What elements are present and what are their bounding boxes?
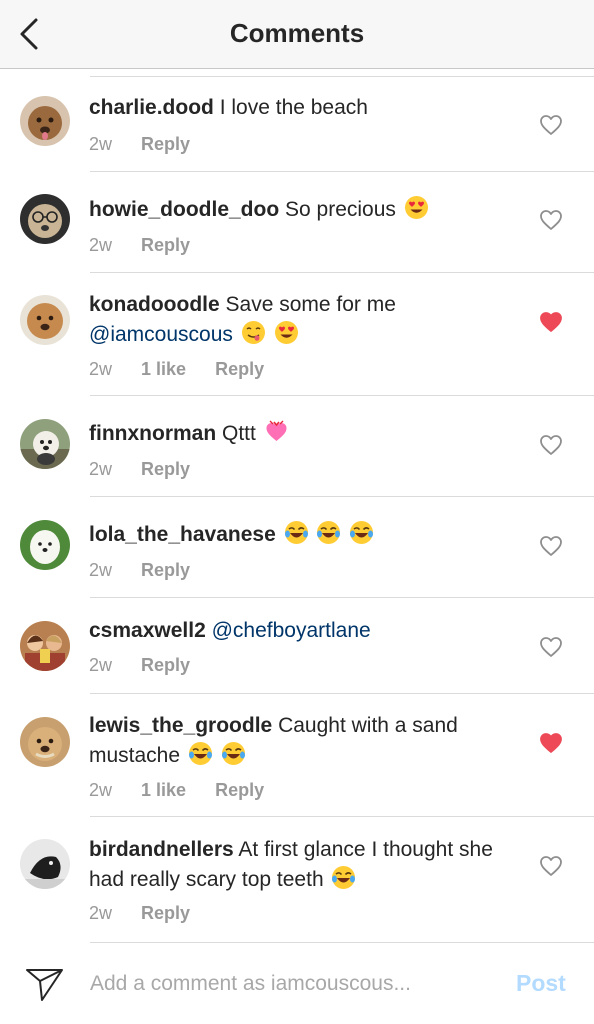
avatar[interactable] bbox=[20, 717, 70, 767]
comment-time: 2w bbox=[89, 134, 113, 154]
heart-eyes-emoji bbox=[274, 320, 299, 345]
direct-share-button[interactable] bbox=[24, 964, 66, 1004]
navigation-header: Comments bbox=[0, 0, 594, 69]
comment-item: konadooodle Save some for me @iamcouscou… bbox=[0, 273, 594, 396]
like-button[interactable] bbox=[539, 311, 563, 333]
comment-body: I love the beach bbox=[219, 96, 368, 119]
comment-item: howie_doodle_doo So precious 2w Reply bbox=[0, 172, 594, 273]
comment-body: So precious bbox=[285, 198, 396, 221]
paper-plane-icon bbox=[26, 969, 63, 1001]
reply-button[interactable]: Reply bbox=[141, 134, 190, 154]
heart-outline-icon bbox=[540, 435, 562, 455]
like-button[interactable] bbox=[539, 114, 563, 136]
avatar[interactable] bbox=[20, 621, 70, 671]
comment-text: lola_the_havanese bbox=[89, 520, 509, 550]
comment-text: birdandnellers At first glance I thought… bbox=[89, 835, 509, 895]
comment-time: 2w bbox=[89, 560, 113, 580]
heart-outline-icon bbox=[540, 536, 562, 556]
like-button[interactable] bbox=[539, 855, 563, 877]
comment-username[interactable]: howie_doodle_doo bbox=[89, 198, 279, 221]
comment-body: Qttt bbox=[222, 422, 256, 445]
heart-eyes-emoji bbox=[404, 195, 429, 220]
reply-button[interactable]: Reply bbox=[141, 655, 190, 675]
comment-text: konadooodle Save some for me @iamcouscou… bbox=[89, 290, 509, 350]
comment-item: birdandnellers At first glance I thought… bbox=[0, 817, 594, 942]
comment-meta: 2w Reply bbox=[89, 560, 190, 581]
yum-emoji bbox=[241, 320, 266, 345]
comment-text: finnxnorman Qttt bbox=[89, 419, 509, 449]
comment-time: 2w bbox=[89, 780, 113, 800]
like-button[interactable] bbox=[539, 636, 563, 658]
comment-mention[interactable]: @iamcouscous bbox=[89, 323, 233, 346]
comment-input[interactable] bbox=[90, 966, 490, 1002]
comment-meta: 2w Reply bbox=[89, 459, 190, 480]
like-button[interactable] bbox=[539, 209, 563, 231]
comment-username[interactable]: lola_the_havanese bbox=[89, 523, 276, 546]
likes-count[interactable]: 1 like bbox=[141, 359, 186, 379]
heart-outline-icon bbox=[540, 115, 562, 135]
like-button[interactable] bbox=[539, 535, 563, 557]
comment-username[interactable]: konadooodle bbox=[89, 293, 220, 316]
comment-username[interactable]: birdandnellers bbox=[89, 838, 234, 861]
comment-time: 2w bbox=[89, 655, 113, 675]
reply-button[interactable]: Reply bbox=[141, 459, 190, 479]
tears-of-joy-emoji bbox=[188, 741, 213, 766]
tears-of-joy-emoji bbox=[349, 520, 374, 545]
avatar[interactable] bbox=[20, 194, 70, 244]
comment-meta: 2w Reply bbox=[89, 903, 190, 924]
comment-meta: 2w Reply bbox=[89, 235, 190, 256]
heart-outline-icon bbox=[540, 637, 562, 657]
comment-meta: 2w 1 like Reply bbox=[89, 359, 264, 380]
comment-text: charlie.dood I love the beach bbox=[89, 93, 509, 123]
comment-item: finnxnorman Qttt 2w Reply bbox=[0, 396, 594, 497]
heart-outline-icon bbox=[540, 856, 562, 876]
comment-username[interactable]: charlie.dood bbox=[89, 96, 214, 119]
comment-meta: 2w 1 like Reply bbox=[89, 780, 264, 801]
tears-of-joy-emoji bbox=[316, 520, 341, 545]
comment-username[interactable]: lewis_the_groodle bbox=[89, 714, 272, 737]
comment-item: lola_the_havanese 2w Reply bbox=[0, 497, 594, 598]
avatar[interactable] bbox=[20, 520, 70, 570]
reply-button[interactable]: Reply bbox=[215, 359, 264, 379]
tears-of-joy-emoji bbox=[331, 865, 356, 890]
reply-button[interactable]: Reply bbox=[141, 235, 190, 255]
tears-of-joy-emoji bbox=[284, 520, 309, 545]
heart-filled-icon bbox=[540, 312, 562, 332]
comment-item: csmaxwell2 @chefboyartlane 2w Reply bbox=[0, 598, 594, 694]
reply-button[interactable]: Reply bbox=[141, 560, 190, 580]
comment-mention[interactable]: @chefboyartlane bbox=[212, 619, 371, 642]
tears-of-joy-emoji bbox=[221, 741, 246, 766]
heart-filled-icon bbox=[540, 733, 562, 753]
avatar[interactable] bbox=[20, 96, 70, 146]
comment-time: 2w bbox=[89, 235, 113, 255]
comment-item: charlie.dood I love the beach 2w Reply bbox=[0, 76, 594, 172]
comment-username[interactable]: finnxnorman bbox=[89, 422, 216, 445]
comment-text: lewis_the_groodle Caught with a sand mus… bbox=[89, 711, 509, 771]
comment-username[interactable]: csmaxwell2 bbox=[89, 619, 206, 642]
composer-divider bbox=[90, 942, 594, 943]
comment-composer: Post bbox=[0, 942, 594, 1024]
heart-outline-icon bbox=[540, 210, 562, 230]
heart-ribbon-emoji bbox=[264, 419, 289, 444]
page-title: Comments bbox=[229, 18, 365, 48]
likes-count[interactable]: 1 like bbox=[141, 780, 186, 800]
comment-meta: 2w Reply bbox=[89, 655, 190, 676]
comment-meta: 2w Reply bbox=[89, 134, 190, 155]
comment-text: csmaxwell2 @chefboyartlane bbox=[89, 616, 509, 646]
comment-body: Save some for me bbox=[225, 293, 396, 316]
like-button[interactable] bbox=[539, 732, 563, 754]
reply-button[interactable]: Reply bbox=[141, 903, 190, 923]
comment-time: 2w bbox=[89, 903, 113, 923]
avatar[interactable] bbox=[20, 839, 70, 889]
like-button[interactable] bbox=[539, 434, 563, 456]
comment-time: 2w bbox=[89, 459, 113, 479]
comment-item: lewis_the_groodle Caught with a sand mus… bbox=[0, 694, 594, 817]
comment-text: howie_doodle_doo So precious bbox=[89, 195, 509, 225]
avatar[interactable] bbox=[20, 419, 70, 469]
comment-time: 2w bbox=[89, 359, 113, 379]
avatar[interactable] bbox=[20, 295, 70, 345]
reply-button[interactable]: Reply bbox=[215, 780, 264, 800]
post-button[interactable]: Post bbox=[516, 970, 566, 997]
